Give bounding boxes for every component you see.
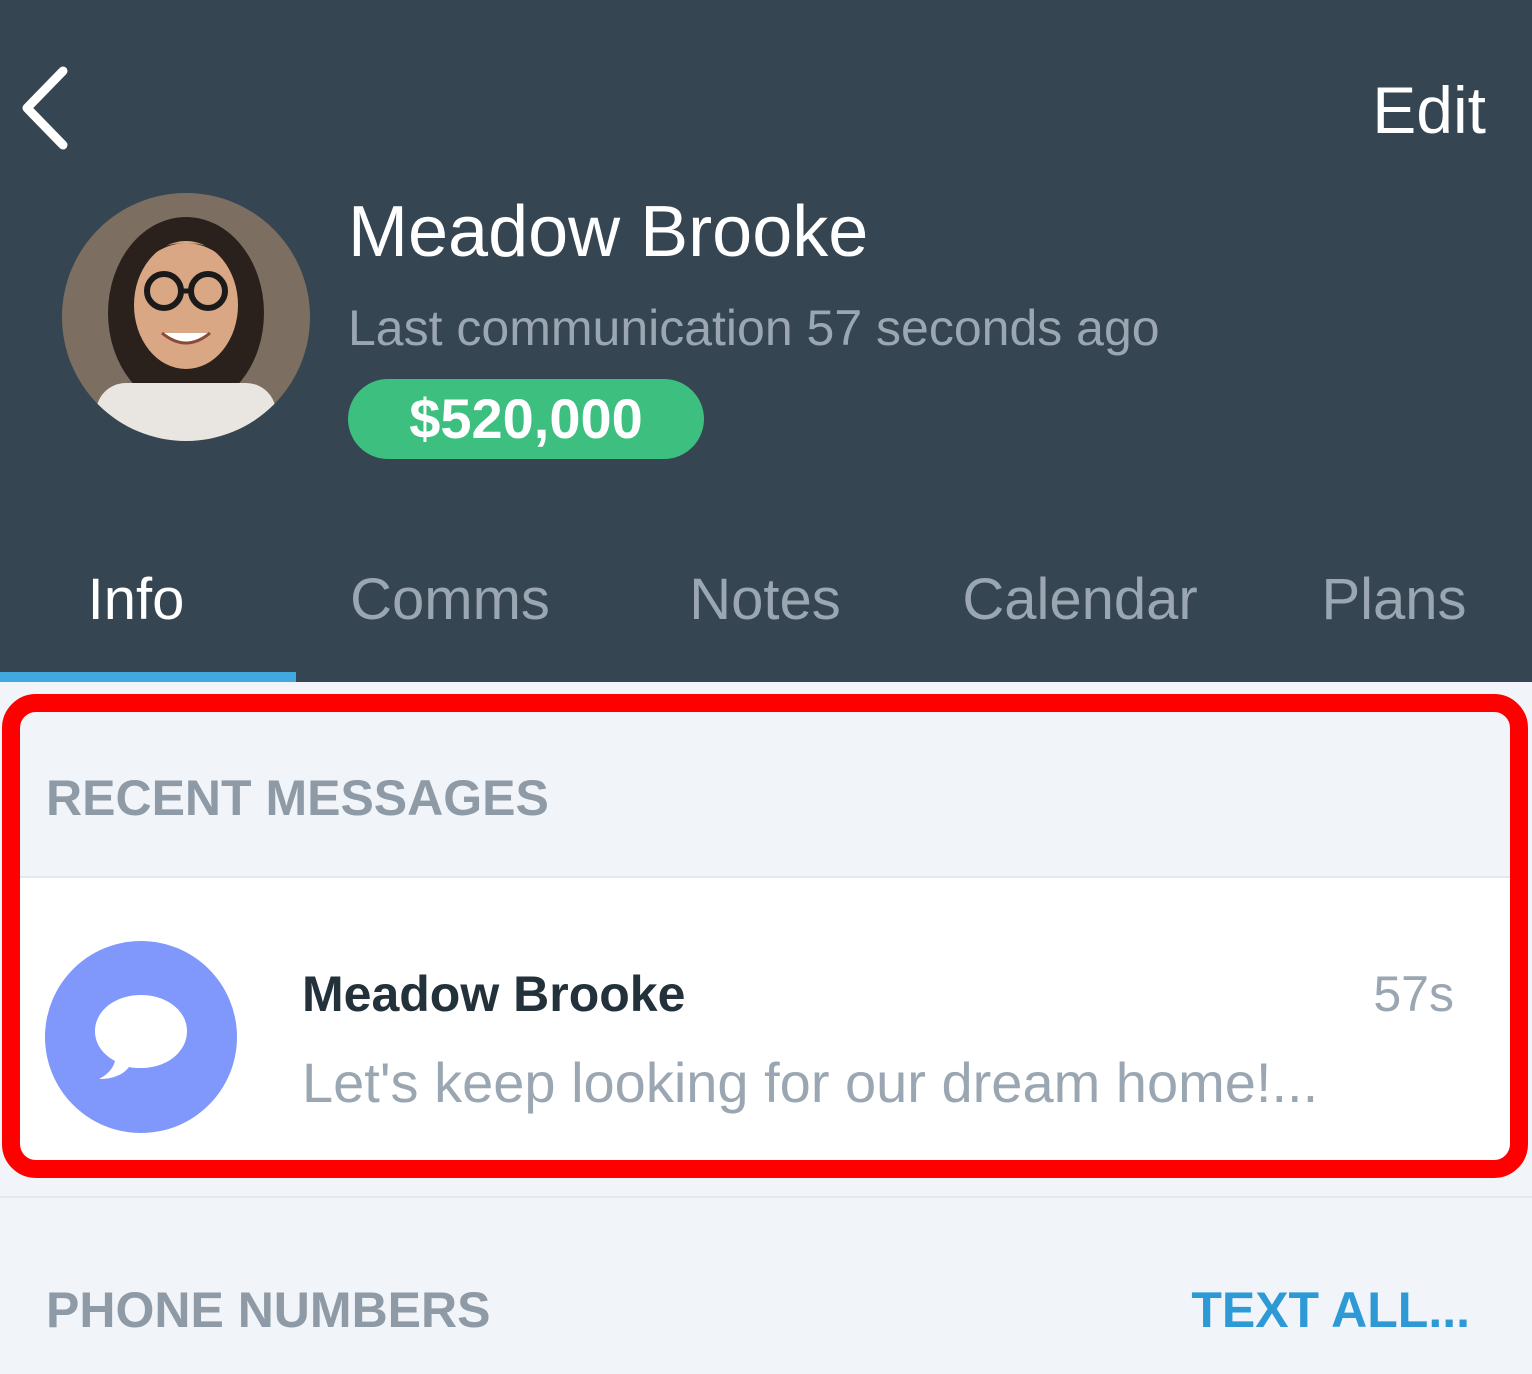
phone-numbers-title: PHONE NUMBERS: [46, 1282, 491, 1338]
chevron-left-icon: [22, 66, 68, 150]
section-divider: [0, 1196, 1532, 1198]
back-button[interactable]: [10, 62, 80, 154]
contact-name: Meadow Brooke: [348, 192, 869, 272]
price-badge: $520,000: [348, 379, 704, 459]
active-tab-indicator: [0, 672, 296, 682]
edit-button[interactable]: Edit: [1372, 72, 1486, 148]
tab-bar: Info Comms Notes Calendar Plans: [0, 540, 1532, 682]
tab-comms[interactable]: Comms: [300, 550, 600, 650]
last-communication: Last communication 57 seconds ago: [348, 300, 1160, 356]
tab-notes[interactable]: Notes: [620, 550, 910, 650]
tab-plans[interactable]: Plans: [1270, 550, 1518, 650]
tab-info[interactable]: Info: [0, 550, 272, 650]
message-avatar: [45, 941, 237, 1133]
tab-calendar[interactable]: Calendar: [930, 550, 1230, 650]
message-time: 57s: [1373, 966, 1454, 1022]
avatar: [62, 193, 310, 441]
text-all-button[interactable]: TEXT ALL...: [1191, 1278, 1470, 1342]
recent-messages-header: RECENT MESSAGES: [18, 712, 1510, 876]
chat-bubble-icon: [95, 995, 187, 1079]
message-list-item[interactable]: [18, 876, 1510, 1160]
recent-messages-title: RECENT MESSAGES: [46, 770, 549, 826]
message-sender: Meadow Brooke: [302, 966, 686, 1022]
message-preview: Let's keep looking for our dream home!..…: [302, 1051, 1319, 1114]
contact-header: Edit Meadow Brooke Last communication 57…: [0, 0, 1532, 682]
